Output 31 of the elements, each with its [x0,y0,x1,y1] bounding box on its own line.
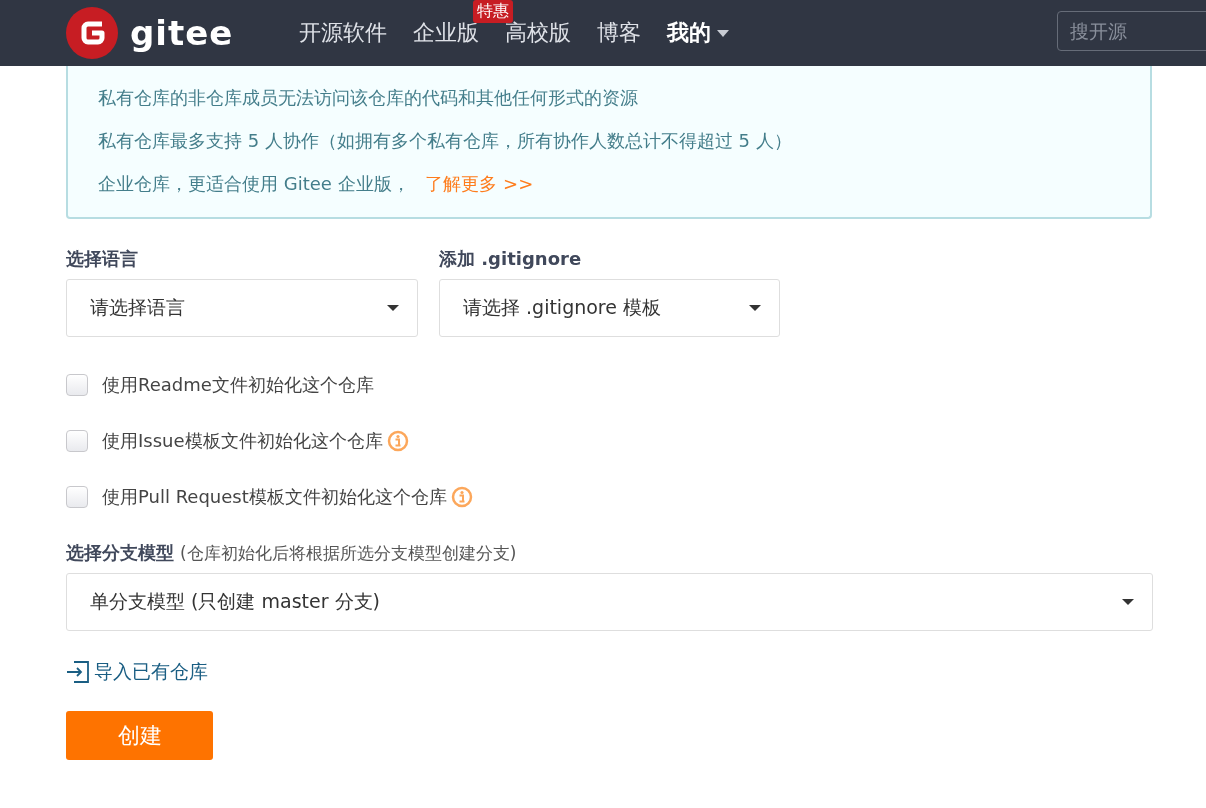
checkbox[interactable] [66,486,88,508]
import-icon[interactable] [66,661,90,683]
checkbox[interactable] [66,374,88,396]
notice-text: 私有仓库最多支持 5 人协作（如拥有多个私有仓库，所有协作人数总计不得超过 5 人） [98,129,793,153]
checkbox-label[interactable]: 使用Issue模板文件初始化这个仓库 [102,429,383,453]
nav-link[interactable]: 开源软件 [299,18,412,48]
promo-badge: 特惠 [473,0,514,23]
caret-icon [749,305,761,311]
dropdown-select[interactable]: 请选择语言 [66,279,418,337]
logo-icon[interactable] [66,7,118,59]
field-label: 选择语言 [66,247,139,271]
caret-icon [717,29,730,37]
import-repo-link[interactable]: 导入已有仓库 [94,659,208,685]
field-label: 添加 .gitignore [439,247,583,271]
caret-icon [1122,599,1134,605]
caret-icon [387,305,399,311]
nav-link[interactable]: 博客 [597,18,666,48]
nav-link[interactable]: 我的 [667,18,754,48]
checkbox-label[interactable]: 使用Readme文件初始化这个仓库 [102,373,374,397]
logo-wordmark[interactable]: gitee [130,13,234,53]
notice-text: 企业仓库，更适合使用 Gitee 企业版， [98,173,410,194]
checkbox[interactable] [66,430,88,452]
info-icon[interactable] [386,430,409,452]
dropdown-select[interactable]: 请选择 .gitignore 模板 [439,279,780,337]
field-hint: (仓库初始化后将根据所选分支模型创建分支) [180,542,517,565]
field-label: 选择分支模型 [66,541,174,565]
search-field[interactable]: 搜开源 [1057,11,1206,51]
info-icon[interactable] [450,486,473,508]
checkbox-label[interactable]: 使用Pull Request模板文件初始化这个仓库 [102,485,447,509]
notice-text: 私有仓库的非仓库成员无法访问该仓库的代码和其他任何形式的资源 [98,86,639,110]
dropdown-select[interactable]: 单分支模型 (只创建 master 分支) [66,573,1153,631]
